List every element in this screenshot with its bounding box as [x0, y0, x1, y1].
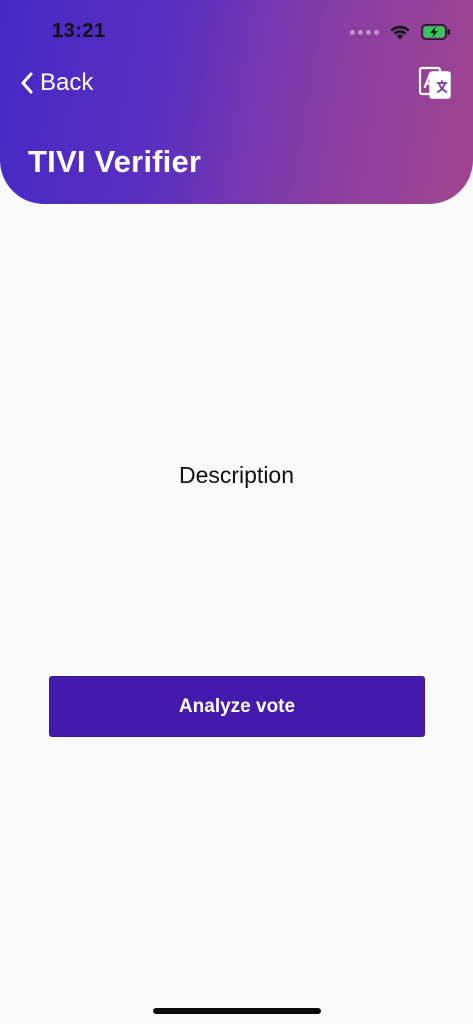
description-text: Description [178, 462, 295, 488]
header: 13:21 Back TIVI Verifier [0, 0, 473, 204]
signal-dots-icon [350, 29, 379, 35]
status-bar: 13:21 [0, 0, 473, 60]
status-icons [350, 20, 451, 44]
app-screen: 13:21 Back TIVI Verifier Description Ana… [0, 0, 473, 1024]
page-title: TIVI Verifier [28, 144, 202, 179]
home-indicator[interactable] [153, 1008, 321, 1014]
chevron-left-icon [21, 72, 33, 94]
wifi-icon [390, 25, 410, 40]
back-label: Back [40, 69, 94, 96]
back-button[interactable]: Back [20, 66, 93, 100]
translate-button[interactable] [418, 66, 452, 100]
analyze-vote-button[interactable]: Analyze vote [49, 676, 425, 737]
translate-icon [418, 66, 451, 99]
status-time: 13:21 [52, 20, 106, 42]
battery-charging-icon [421, 24, 450, 40]
